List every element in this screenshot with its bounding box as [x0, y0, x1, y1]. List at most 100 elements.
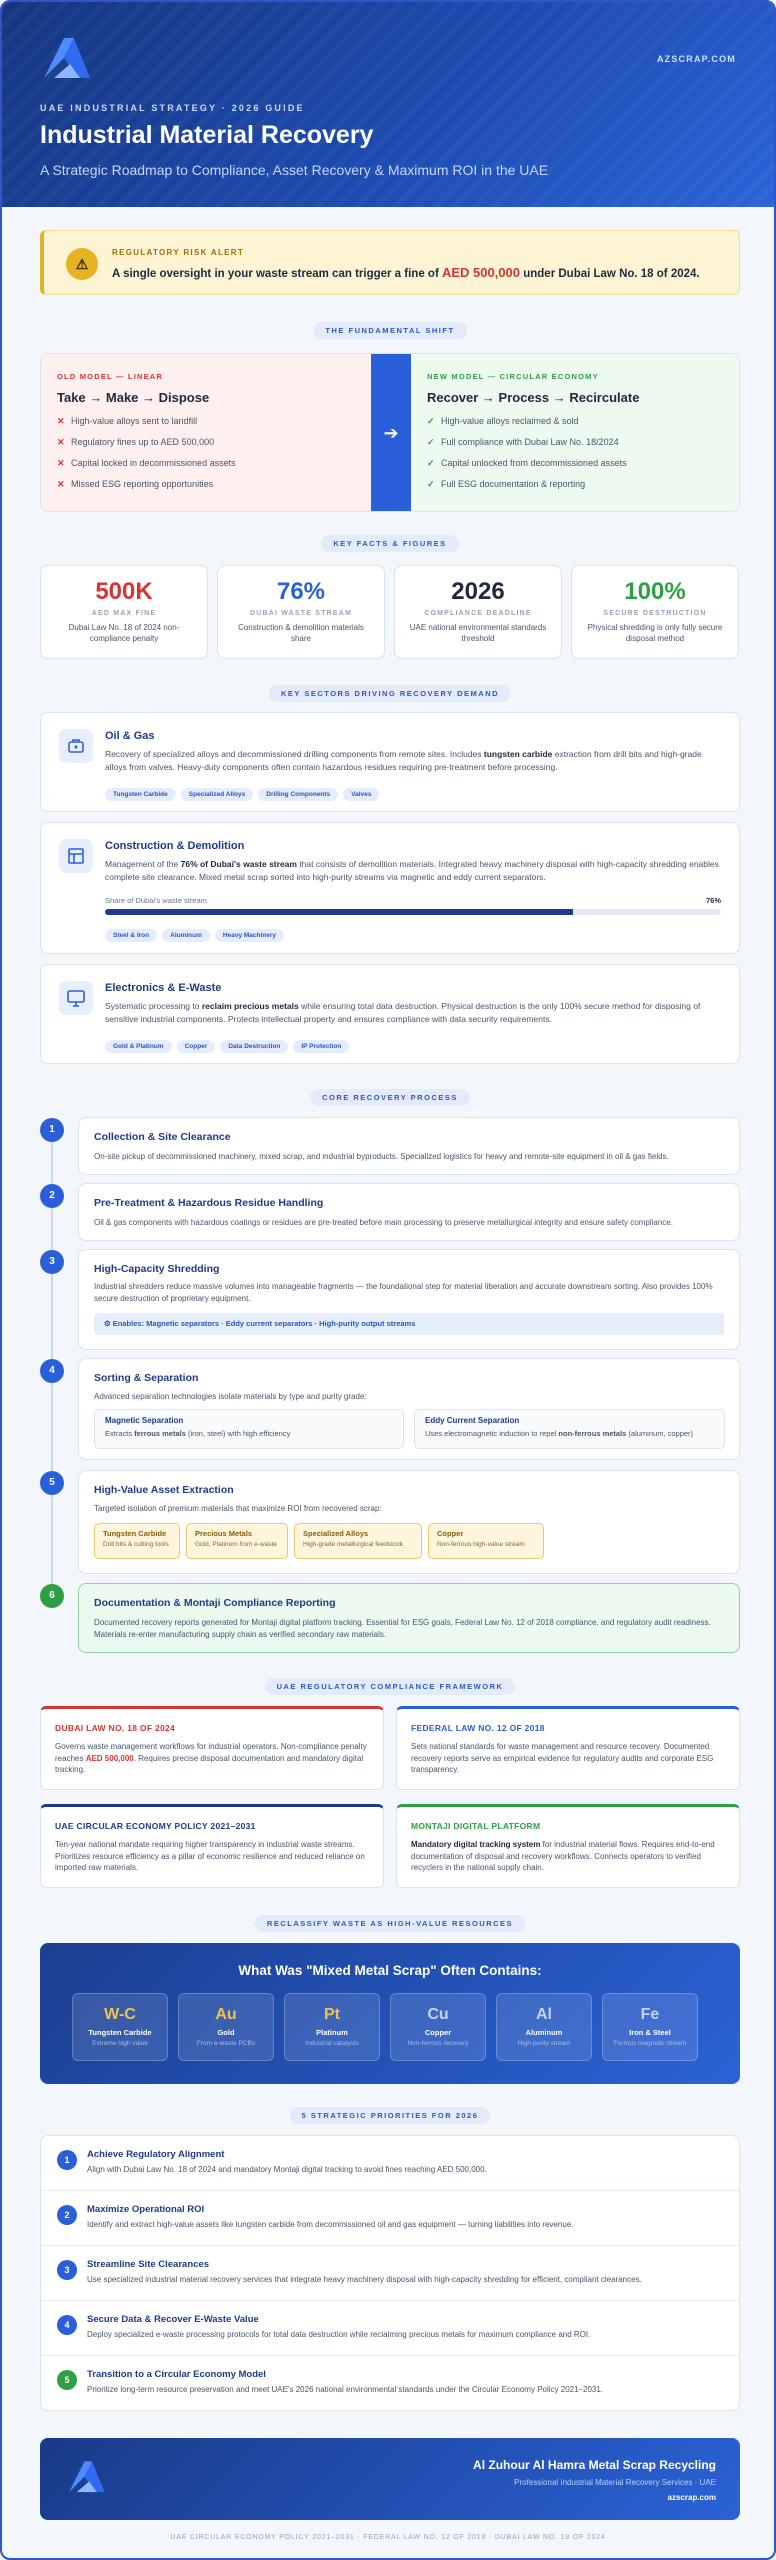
step-desc: Oil & gas components with hazardous coat…	[94, 1218, 673, 1227]
new-model-column: NEW MODEL — CIRCULAR ECONOMY Recover → P…	[411, 354, 739, 511]
step-number: 5	[40, 1471, 64, 1495]
priority-desc: Prioritize long-term resource preservati…	[87, 2385, 604, 2394]
new-model-item: ✓ Capital unlocked from decommissioned as…	[427, 457, 725, 478]
priority-title: Maximize Operational ROI	[87, 2204, 205, 2215]
alert-text: A single oversight in your waste stream …	[112, 265, 700, 280]
law-card: FEDERAL LAW NO. 12 OF 2018 Sets national…	[396, 1706, 740, 1790]
fact-desc: Construction & demolition materials shar…	[238, 623, 364, 643]
process-step: Sorting & Separation Advanced separation…	[78, 1358, 740, 1460]
fact-key: COMPLIANCE DEADLINE	[424, 610, 532, 617]
fact-desc: Dubai Law No. 18 of 2024 non-compliance …	[68, 623, 180, 643]
sector-desc: Management of the 76% of Dubai's waste s…	[105, 858, 721, 884]
priority-item: 1 Achieve Regulatory Alignment Align with …	[41, 2136, 739, 2191]
law-desc-highlight: AED 500,000	[85, 1753, 134, 1763]
step-number: 6	[40, 1584, 64, 1608]
sector-tags: Gold & Platinum Copper Data Destruction IP …	[105, 1035, 354, 1053]
old-model-item-text: High-value alloys sent to landfill	[71, 416, 198, 426]
fact-key: DUBAI WASTE STREAM	[249, 610, 353, 617]
fact-desc: Physical shredding is only fully secure …	[587, 623, 723, 643]
old-model-kicker: OLD MODEL — LINEAR	[57, 372, 164, 381]
asset-chip-desc: Drill bits & cutting tools	[103, 1541, 169, 1548]
element-symbol: Cu	[427, 2006, 449, 2023]
separation-box-desc: Uses electromagnetic induction to repel …	[425, 1429, 714, 1438]
element-note: From e-waste PCBs	[196, 2040, 256, 2047]
sector-title: Electronics & E-Waste	[105, 982, 222, 994]
asset-chip: Tungsten Carbide Drill bits & cutting too…	[94, 1523, 180, 1559]
alert-fine-amount: AED 500,000	[441, 265, 521, 280]
priority-item: 4 Secure Data & Recover E-Waste Value Depl…	[41, 2301, 739, 2356]
law-desc: Sets national standards for waste manage…	[411, 1742, 714, 1774]
section-pill-process: CORE RECOVERY PROCESS	[310, 1089, 470, 1106]
sector-tags: Steel & Iron Aluminum Heavy Machinery	[105, 924, 289, 942]
sector-card-construction: Construction & Demolition Management of …	[40, 822, 740, 954]
cross-icon: ✕	[57, 458, 65, 468]
section-pill-facts: KEY FACTS & FIGURES	[321, 535, 459, 552]
fundamental-shift-panel: OLD MODEL — LINEAR Take → Make → Dispose…	[40, 353, 740, 512]
sector-title: Oil & Gas	[105, 730, 155, 742]
company-footer: Al Zuhour Al Hamra Metal Scrap Recycling…	[40, 2438, 740, 2520]
sector-tag: Gold & Platinum	[105, 1040, 172, 1053]
alert-text-post: under Dubai Law No. 18 of 2024.	[520, 268, 700, 280]
step-title: Collection & Site Clearance	[94, 1131, 231, 1143]
separation-box-highlight: ferrous metals	[134, 1429, 186, 1438]
sector-desc-text: Recovery of specialized alloys and decom…	[105, 749, 484, 759]
sector-tag: Drilling Components	[258, 788, 339, 801]
sector-tag: Aluminum	[162, 929, 210, 942]
old-model-item: ✕ High-value alloys sent to landfill	[57, 415, 355, 436]
step-title: Sorting & Separation	[94, 1372, 199, 1384]
new-model-item: ✓ High-value alloys reclaimed & sold	[427, 415, 725, 436]
element-tile: Fe Iron & Steel Ferrous magnetic stream	[602, 1993, 698, 2061]
priority-number: 1	[57, 2150, 77, 2170]
sector-tag: Tungsten Carbide	[105, 788, 176, 801]
brand-logo-icon	[44, 38, 90, 78]
company-website-link[interactable]: azscrap.com	[668, 2493, 716, 2502]
check-icon: ✓	[427, 479, 435, 489]
element-name: Iron & Steel	[629, 2028, 671, 2037]
old-model-item: ✕ Missed ESG reporting opportunities	[57, 478, 355, 499]
law-desc: Mandatory digital tracking system for in…	[411, 1839, 725, 1874]
waste-share-progress-bar	[105, 909, 721, 915]
section-pill-shift: THE FUNDAMENTAL SHIFT	[313, 322, 467, 339]
separation-box-eddy: Eddy Current Separation Uses electromagn…	[414, 1409, 725, 1449]
priority-number: 3	[57, 2260, 77, 2280]
sector-tag: IP Protection	[293, 1040, 350, 1053]
toolbox-icon	[59, 729, 93, 763]
element-name: Copper	[424, 2028, 452, 2037]
law-desc: Governs waste management workflows for i…	[55, 1741, 369, 1776]
new-model-item: ✓ Full ESG documentation & reporting	[427, 478, 725, 499]
separation-box-desc: Extracts ferrous metals (iron, steel) wi…	[105, 1429, 393, 1438]
old-model-item-text: Capital locked in decommissioned assets	[71, 458, 236, 468]
cross-icon: ✕	[57, 479, 65, 489]
old-model-item: ✕ Regulatory fines up to AED 500,000	[57, 436, 355, 457]
process-step: Collection & Site Clearance On-site pick…	[78, 1117, 740, 1175]
step-desc: Targeted isolation of premium materials …	[94, 1504, 382, 1513]
separation-box-text: (aluminum, copper)	[626, 1429, 694, 1438]
section-pill-sectors: KEY SECTORS DRIVING RECOVERY DEMAND	[268, 685, 512, 702]
element-name: Tungsten Carbide	[88, 2028, 152, 2037]
element-name: Platinum	[316, 2028, 348, 2037]
cross-icon: ✕	[57, 416, 65, 426]
asset-chip-title: Copper	[437, 1529, 464, 1538]
priority-desc: Align with Dubai Law No. 18 of 2024 and …	[87, 2165, 487, 2174]
priority-item: 3 Streamline Site Clearances Use specializ…	[41, 2246, 739, 2301]
hero-website-link[interactable]: AZSCRAP.COM	[657, 54, 736, 64]
element-symbol: Fe	[640, 2006, 660, 2023]
page-title: Industrial Material Recovery	[40, 121, 374, 149]
asset-chip-title: Tungsten Carbide	[103, 1529, 167, 1538]
fact-value: 100%	[624, 578, 686, 605]
sector-desc: Systematic processing to reclaim preciou…	[105, 1000, 721, 1026]
new-model-kicker: NEW MODEL — CIRCULAR ECONOMY	[427, 372, 599, 381]
sector-desc-highlight: reclaim precious metals	[201, 1001, 299, 1011]
law-title: UAE CIRCULAR ECONOMY POLICY 2021–2031	[55, 1821, 256, 1831]
priority-number: 2	[57, 2205, 77, 2225]
element-note: Extreme high value	[92, 2040, 148, 2047]
check-icon: ✓	[427, 437, 435, 447]
asset-chip: Specialized Alloys High-grade metallurgic…	[294, 1523, 422, 1559]
section-pill-waste: RECLASSIFY WASTE AS HIGH-VALUE RESOURCES	[254, 1915, 526, 1932]
building-icon	[59, 839, 93, 873]
sector-desc: Recovery of specialized alloys and decom…	[105, 748, 721, 774]
law-card: MONTAJI DIGITAL PLATFORM Mandatory digit…	[396, 1804, 740, 1888]
legal-references: UAE CIRCULAR ECONOMY POLICY 2021–2031 · …	[170, 2534, 606, 2541]
new-model-item-text: Full ESG documentation & reporting	[441, 479, 586, 489]
fact-desc: UAE national environmental standards thr…	[409, 623, 547, 643]
